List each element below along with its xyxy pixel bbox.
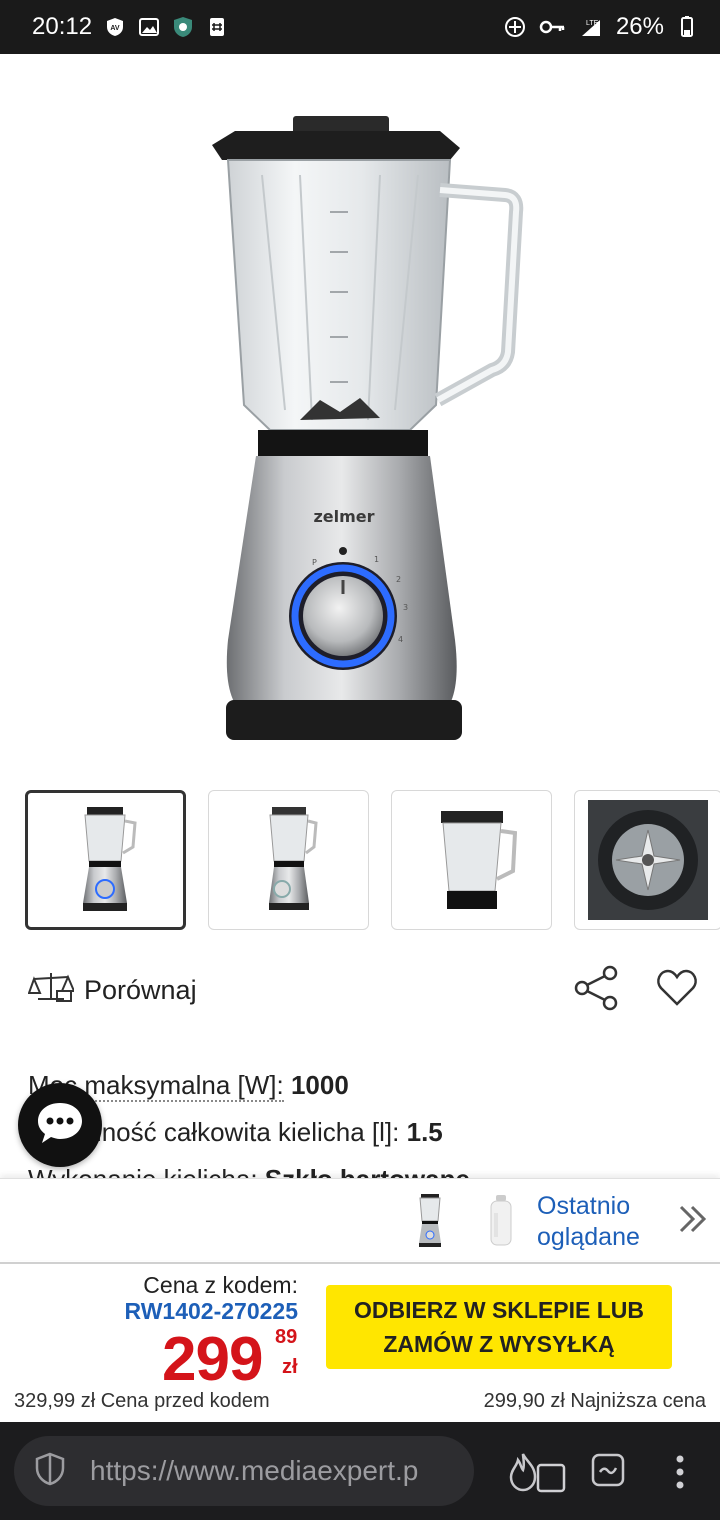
- thumbnail-blender-jug[interactable]: [391, 790, 552, 930]
- spec-row: Pojemność całkowita kielicha [l]: 1.5: [28, 1109, 708, 1156]
- price-panel: Cena z kodem: RW1402-270225 299 89 zł OD…: [0, 1262, 720, 1422]
- signal-icon: LTE: [578, 16, 604, 38]
- compare-label: Porównaj: [84, 974, 197, 1005]
- shield-icon: [172, 16, 194, 38]
- product-main-image[interactable]: zelmer P 1 2 3 4: [0, 54, 720, 774]
- battery-icon: [676, 16, 698, 38]
- price-currency: zł: [282, 1356, 298, 1378]
- svg-text:2: 2: [396, 575, 401, 584]
- share-icon[interactable]: [574, 965, 620, 1016]
- scales-icon: [27, 969, 76, 1012]
- svg-text:P: P: [312, 558, 317, 567]
- extension-icon[interactable]: [590, 1452, 626, 1493]
- product-actions: Porównaj: [27, 960, 698, 1020]
- thumbnail-strip: [25, 790, 720, 930]
- recent-thumb-humidifier[interactable]: [486, 1193, 516, 1254]
- price-before-code: 329,99 zł Cena przed kodem: [14, 1390, 270, 1412]
- heart-icon[interactable]: [656, 968, 698, 1013]
- shield-icon[interactable]: [32, 1451, 68, 1492]
- battery-percent: 26%: [615, 13, 664, 40]
- tabs-icon[interactable]: [535, 1460, 569, 1499]
- compare-button[interactable]: Porównaj: [27, 969, 197, 1012]
- svg-text:1: 1: [374, 555, 379, 564]
- promo-code[interactable]: RW1402-270225: [125, 1298, 298, 1325]
- image-icon: [138, 16, 160, 38]
- browser-toolbar: https://www.mediaexpert.p: [0, 1422, 720, 1520]
- recently-viewed-label[interactable]: Ostatnio oglądane: [537, 1191, 640, 1253]
- more-menu-icon[interactable]: [672, 1454, 688, 1495]
- code-price-label: Cena z kodem:: [143, 1272, 298, 1298]
- thumbnail-blender-angle[interactable]: [208, 790, 369, 930]
- chevron-double-right-icon[interactable]: [676, 1201, 708, 1242]
- chat-button[interactable]: [18, 1083, 102, 1167]
- url-text[interactable]: https://www.mediaexpert.p: [90, 1455, 465, 1487]
- sync-icon: [504, 16, 526, 38]
- price-main: 299: [162, 1325, 263, 1394]
- hash-icon: [206, 16, 228, 38]
- spec-value: 1000: [290, 1070, 349, 1100]
- buy-button[interactable]: ODBIERZ W SKLEPIE LUB ZAMÓW Z WYSYŁKĄ: [326, 1285, 672, 1369]
- spec-value: 1.5: [406, 1117, 443, 1147]
- svg-text:AV: AV: [110, 25, 120, 32]
- svg-text:4: 4: [398, 635, 403, 644]
- status-time: 20:12: [32, 13, 93, 40]
- av-icon: AV: [104, 16, 126, 38]
- price-cents: 89: [275, 1326, 298, 1348]
- key-icon: [538, 16, 566, 38]
- address-bar[interactable]: https://www.mediaexpert.p: [14, 1436, 474, 1506]
- svg-text:zelmer: zelmer: [313, 507, 374, 526]
- thumbnail-blender-front[interactable]: [25, 790, 186, 930]
- recent-thumb-blender[interactable]: [413, 1193, 447, 1254]
- svg-text:3: 3: [403, 603, 408, 612]
- thumbnail-blender-blades[interactable]: [574, 790, 720, 930]
- recently-viewed-bar[interactable]: Ostatnio oglądane: [0, 1178, 720, 1260]
- chat-icon: [35, 1100, 85, 1151]
- status-bar: 20:12 AV LTE 26%: [0, 0, 720, 54]
- svg-text:LTE: LTE: [586, 20, 599, 27]
- lowest-price: 299,90 zł Najniższa cena: [483, 1390, 706, 1412]
- spec-row: Moc maksymalna [W]: 1000: [28, 1062, 708, 1109]
